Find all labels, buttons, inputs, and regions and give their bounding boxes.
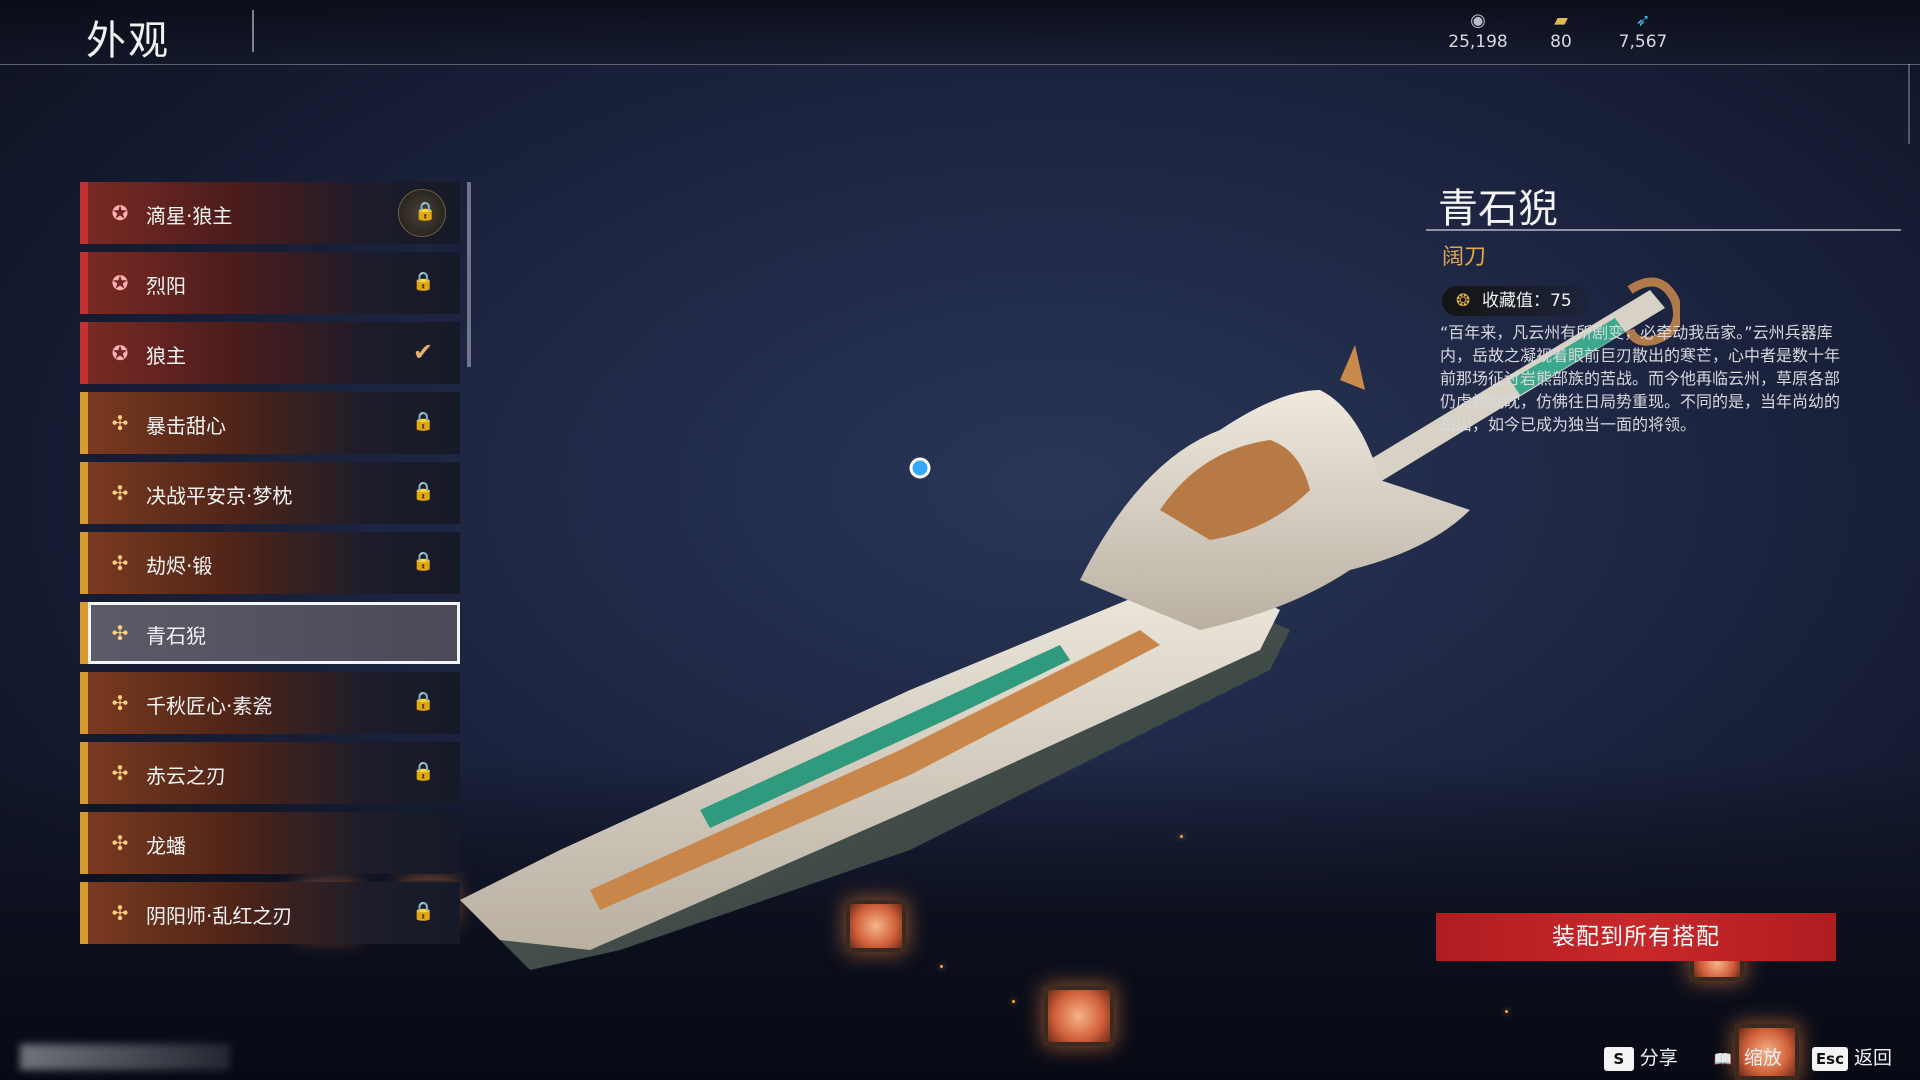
gold-grade-icon: ✣ [111,481,129,505]
skin-name: 决战平安京·梦枕 [146,484,293,508]
collection-icon: ❂ [1456,291,1471,311]
lock-icon: 🔒 [412,411,435,432]
skin-name: 青石猊 [146,624,206,648]
skin-item[interactable]: ✣ 千秋匠心·素瓷 🔒 [80,672,460,734]
red-grade-star-icon: ✪ [111,341,129,365]
lock-icon: 🔒 [412,901,435,922]
hint-label: 返回 [1853,1047,1892,1069]
skin-item[interactable]: ✪ 狼主 ✔ [80,322,460,384]
list-scrollbar[interactable] [467,182,471,367]
red-grade-star-icon: ✪ [111,271,129,295]
gold-grade-icon: ✣ [111,691,129,715]
share-hint[interactable]: S 分享 [1603,1043,1678,1071]
gold-grade-icon: ✣ [111,831,129,855]
red-grade-star-icon: ✪ [111,201,129,225]
collection-value: 收藏值：75 [1482,291,1572,311]
skin-item[interactable]: ✣ 劫烬·锻 🔒 [80,532,460,594]
skin-item[interactable]: ✣ 阴阳师·乱红之刃 🔒 [80,882,460,944]
skin-item[interactable]: ✣ 龙蟠 [80,812,460,874]
skin-item[interactable]: ✣ 赤云之刃 🔒 [80,742,460,804]
weapon-beast-eye [909,457,931,479]
top-bar: 外观 ◉ 25,198 ▰ 80 ➶ 7,567 [0,0,1920,65]
skin-name: 劫烬·锻 [146,554,213,578]
skin-name: 赤云之刃 [146,764,226,788]
skin-name: 滴星·狼主 [146,204,233,228]
skin-list: ✪ 滴星·狼主 🔒 ✪ 烈阳 🔒 ✪ 狼主 ✔ ✣ 暴击甜心 🔒 ✣ 决战平安京… [80,182,460,952]
weapon-type: 阔刀 [1442,245,1487,270]
gold-grade-icon: ✣ [111,621,129,645]
page-title: 外观 [86,18,170,64]
weapon-blade-ornament [460,570,1280,950]
weapon-lore: “百年来，凡云州有所剧变，必牵动我岳家。”云州兵器库内，岳故之凝视着眼前巨刃散出… [1440,323,1841,434]
skin-name: 龙蟠 [146,834,186,858]
key-hints: S 分享 📖 缩放 Esc 返回 [1580,1043,1892,1071]
weapon-name: 青石猊 [1438,186,1558,232]
skin-name: 暴击甜心 [146,414,226,438]
hint-label: 缩放 [1743,1047,1782,1069]
player-uid-blurred [20,1044,230,1070]
skin-item[interactable]: ✪ 烈阳 🔒 [80,252,460,314]
lock-icon: 🔒 [412,481,435,502]
checkmark-icon: ✔ [412,338,434,366]
lock-icon: 🔒 [414,201,437,222]
gold-ticket-icon: ▰ [1554,10,1568,31]
skin-item[interactable]: ✣ 决战平安京·梦枕 🔒 [80,462,460,524]
collection-value-badge: ❂ 收藏值：75 [1442,286,1590,316]
gold-grade-icon: ✣ [111,411,129,435]
zoom-hint[interactable]: 📖 缩放 [1708,1043,1782,1071]
weapon-detail-panel: 青石猊 阔刀 ❂ 收藏值：75 “百年来，凡云州有所剧变，必牵动我岳家。”云州兵… [1426,176,1901,434]
currency-value: 25,198 [1448,32,1508,52]
skin-item-selected[interactable]: ✣ 青石猊 [80,602,460,664]
gold-grade-icon: ✣ [111,551,129,575]
title-divider [252,10,254,52]
currency-silver: ◉ 25,198 [1433,10,1523,52]
currency-value: 7,567 [1618,32,1668,52]
lock-icon: 🔒 [412,551,435,572]
hint-label: 分享 [1639,1047,1678,1069]
lock-icon: 🔒 [412,691,435,712]
lock-icon: 🔒 [412,761,435,782]
skin-name: 千秋匠心·素瓷 [146,694,273,718]
skin-item[interactable]: ✣ 暴击甜心 🔒 [80,392,460,454]
skin-name: 阴阳师·乱红之刃 [146,904,293,928]
skin-name: 烈阳 [146,274,186,298]
currency-gold: ▰ 80 [1516,10,1606,52]
zoom-key-icon: 📖 [1713,1049,1733,1068]
skin-name: 狼主 [146,344,186,368]
edge-line [1908,64,1910,144]
weapon-beast-horn [1340,345,1365,390]
silver-coin-icon: ◉ [1470,10,1486,31]
gold-grade-icon: ✣ [111,901,129,925]
feather-token-icon: ➶ [1635,10,1651,31]
currency-feather: ➶ 7,567 [1598,10,1688,52]
equip-all-button[interactable]: 装配到所有搭配 [1436,913,1836,961]
esc-key: Esc [1811,1046,1848,1071]
gold-grade-icon: ✣ [111,761,129,785]
detail-divider [1426,229,1901,231]
share-key: S [1603,1046,1634,1071]
back-hint[interactable]: Esc 返回 [1811,1043,1892,1071]
lock-icon: 🔒 [412,271,435,292]
skin-item[interactable]: ✪ 滴星·狼主 🔒 [80,182,460,244]
weapon-bronze-trim [590,630,1160,910]
currency-value: 80 [1550,32,1572,52]
